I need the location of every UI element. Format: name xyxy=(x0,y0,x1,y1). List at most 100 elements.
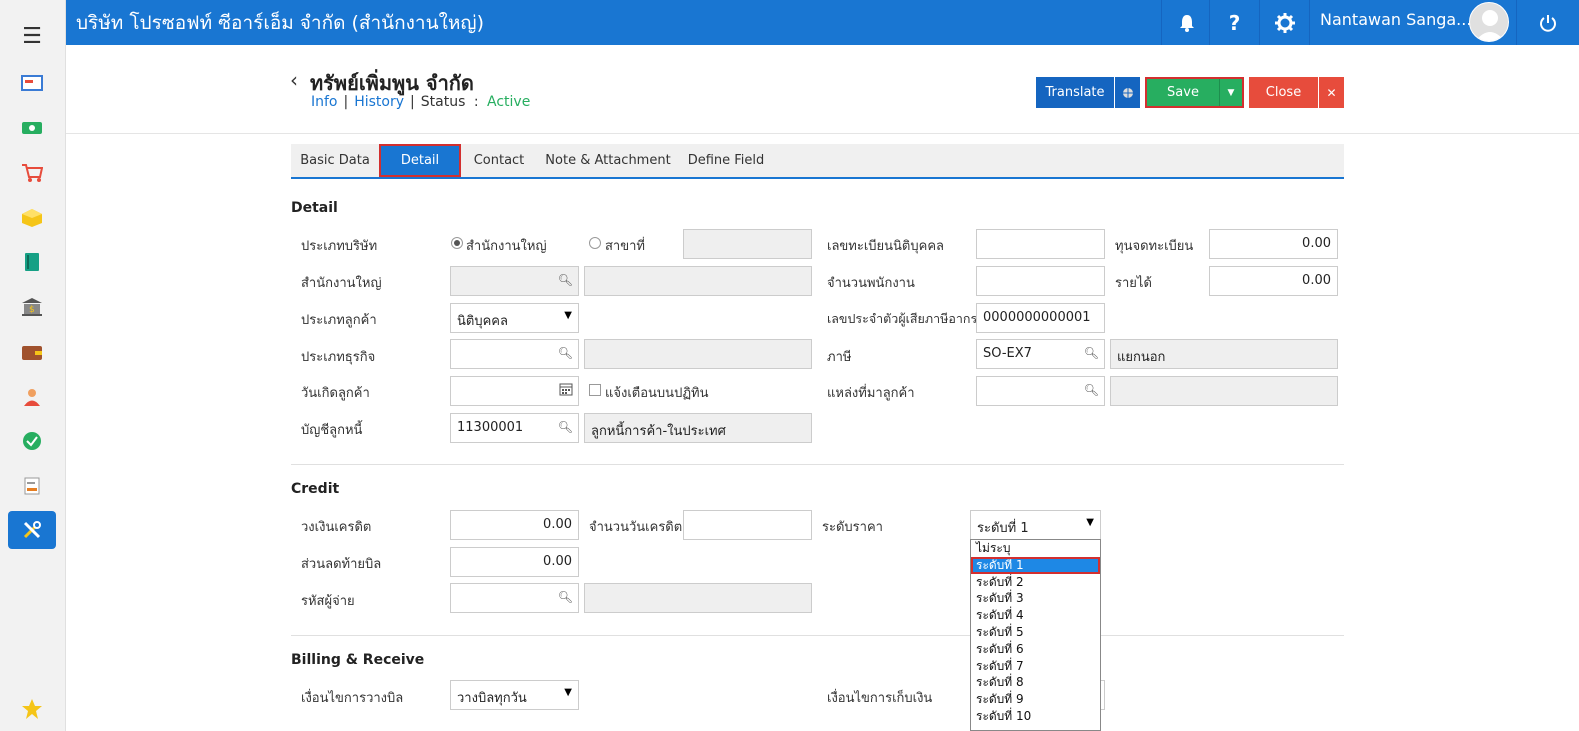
money-icon[interactable] xyxy=(8,109,56,147)
caret-down-icon: ▼ xyxy=(1086,517,1094,528)
save-button[interactable]: Save xyxy=(1147,79,1219,106)
search-icon[interactable]: 🔍︎ xyxy=(558,273,573,287)
price-level-option[interactable]: ระดับที่ 5 xyxy=(971,624,1100,641)
help-icon[interactable]: ? xyxy=(1209,0,1259,45)
globe-icon[interactable] xyxy=(1115,77,1140,108)
bell-icon[interactable] xyxy=(1161,0,1211,45)
price-level-option[interactable]: ระดับที่ 7 xyxy=(971,658,1100,675)
price-level-option[interactable]: ระดับที่ 1 xyxy=(971,556,1100,574)
ar-account-field[interactable]: 11300001 🔍︎ xyxy=(450,413,579,443)
source-search[interactable]: 🔍︎ xyxy=(976,376,1105,406)
check-circle-icon[interactable] xyxy=(8,422,56,460)
ar-account-label: บัญชีลูกหนี้ xyxy=(301,423,363,438)
customer-type-select[interactable]: นิติบุคคล ▼ xyxy=(450,303,579,333)
tax-id-label: เลขประจำตัวผู้เสียภาษีอากร xyxy=(827,311,978,326)
caret-down-icon: ▼ xyxy=(564,687,572,698)
report-icon[interactable] xyxy=(8,467,56,505)
tab-note-attachment[interactable]: Note & Attachment xyxy=(543,144,673,177)
hq-search-field[interactable]: 🔍︎ xyxy=(450,266,579,296)
hq-label: สำนักงานใหญ่ xyxy=(301,276,382,291)
history-link[interactable]: History xyxy=(354,94,404,110)
radio-hq[interactable] xyxy=(451,237,463,249)
tab-basic-data[interactable]: Basic Data xyxy=(291,144,379,177)
save-group: Save ▼ xyxy=(1145,77,1244,108)
power-icon[interactable] xyxy=(1516,0,1579,45)
search-icon[interactable]: 🔍︎ xyxy=(558,420,573,434)
credit-limit-label: วงเงินเครดิต xyxy=(301,520,372,535)
breadcrumb: Info | History | Status : Active xyxy=(311,94,531,110)
bank-icon[interactable]: $ xyxy=(8,288,56,326)
section-divider xyxy=(291,635,1344,636)
search-icon[interactable]: 🔍︎ xyxy=(1084,383,1099,397)
favorite-star-icon[interactable] xyxy=(8,690,56,728)
info-link[interactable]: Info xyxy=(311,94,338,110)
income-field[interactable]: 0.00 xyxy=(1209,266,1338,296)
birthday-field[interactable] xyxy=(450,376,579,406)
price-level-option[interactable]: ระดับที่ 10 xyxy=(971,708,1100,725)
ar-account-name: ลูกหนี้การค้า-ในประเทศ xyxy=(584,413,812,443)
ar-account-code: 11300001 xyxy=(457,420,524,435)
credit-limit-field[interactable]: 0.00 xyxy=(450,510,579,540)
capital-label: ทุนจดทะเบียน xyxy=(1115,239,1194,254)
price-level-option[interactable]: ระดับที่ 8 xyxy=(971,674,1100,691)
search-icon[interactable]: 🔍︎ xyxy=(1084,346,1099,360)
branch-field[interactable] xyxy=(683,229,812,259)
save-dropdown-icon[interactable]: ▼ xyxy=(1219,79,1242,106)
tax-code-value: SO-EX7 xyxy=(983,346,1032,361)
back-chevron-icon[interactable]: ‹ xyxy=(290,68,298,92)
reg-no-field[interactable] xyxy=(976,229,1105,259)
radio-branch[interactable] xyxy=(589,237,601,249)
box-icon[interactable] xyxy=(8,199,56,237)
card-icon[interactable] xyxy=(8,64,56,102)
sidebar: ☰ $ xyxy=(0,0,66,731)
price-level-value: ระดับที่ 1 xyxy=(977,521,1029,536)
tax-code-field[interactable]: SO-EX7 🔍︎ xyxy=(976,339,1105,369)
status-badge: Active xyxy=(487,94,531,110)
discount-field[interactable]: 0.00 xyxy=(450,547,579,577)
book-icon[interactable] xyxy=(8,243,56,281)
price-level-option[interactable]: ระดับที่ 9 xyxy=(971,691,1100,708)
section-divider xyxy=(291,464,1344,465)
search-icon[interactable]: 🔍︎ xyxy=(558,346,573,360)
user-name[interactable]: Nantawan Sanga... xyxy=(1320,10,1471,29)
calendar-notify-checkbox[interactable] xyxy=(589,384,601,396)
detail-section-title: Detail xyxy=(291,200,338,216)
avatar[interactable] xyxy=(1469,2,1509,42)
gear-icon[interactable] xyxy=(1259,0,1309,45)
company-name: บริษัท โปรซอฟท์ ซีอาร์เอ็ม จำกัด (สำนักง… xyxy=(76,12,484,34)
price-level-option[interactable]: ระดับที่ 3 xyxy=(971,590,1100,607)
credit-days-field[interactable] xyxy=(683,510,812,540)
tab-define-field[interactable]: Define Field xyxy=(683,144,769,177)
business-type-search[interactable]: 🔍︎ xyxy=(450,339,579,369)
seller-name xyxy=(584,583,812,613)
hamburger-menu-icon[interactable]: ☰ xyxy=(8,17,56,55)
caret-down-icon: ▼ xyxy=(564,310,572,321)
employees-field[interactable] xyxy=(976,266,1105,296)
close-button[interactable]: Close xyxy=(1249,77,1318,108)
cart-icon[interactable] xyxy=(8,154,56,192)
svg-text:$: $ xyxy=(29,305,35,315)
price-level-dropdown[interactable]: ไม่ระบุ ระดับที่ 1 ระดับที่ 2 ระดับที่ 3 ระด… xyxy=(970,539,1101,731)
price-level-label: ระดับราคา xyxy=(822,520,883,535)
price-level-option[interactable]: ระดับที่ 4 xyxy=(971,607,1100,624)
wallet-icon[interactable] xyxy=(8,333,56,371)
seller-search[interactable]: 🔍︎ xyxy=(450,583,579,613)
price-level-select[interactable]: ระดับที่ 1 ▼ xyxy=(970,510,1101,540)
hq-name-field xyxy=(584,266,812,296)
radio-hq-label: สำนักงานใหญ่ xyxy=(466,239,547,254)
billing-cond-select[interactable]: วางบิลทุกวัน ▼ xyxy=(450,680,579,710)
translate-button[interactable]: Translate xyxy=(1036,77,1114,108)
tax-id-field[interactable]: 0000000000001 xyxy=(976,303,1105,333)
price-level-option[interactable]: ระดับที่ 2 xyxy=(971,574,1100,591)
credit-section-title: Credit xyxy=(291,481,340,497)
capital-field[interactable]: 0.00 xyxy=(1209,229,1338,259)
tab-contact[interactable]: Contact xyxy=(463,144,535,177)
close-icon[interactable]: ✕ xyxy=(1319,77,1344,108)
calendar-icon[interactable] xyxy=(559,382,573,399)
people-icon[interactable] xyxy=(8,378,56,416)
price-level-option[interactable]: ไม่ระบุ xyxy=(971,540,1100,557)
tools-icon[interactable] xyxy=(8,511,56,549)
price-level-option[interactable]: ระดับที่ 6 xyxy=(971,641,1100,658)
search-icon[interactable]: 🔍︎ xyxy=(558,590,573,604)
tab-detail[interactable]: Detail xyxy=(379,144,461,177)
